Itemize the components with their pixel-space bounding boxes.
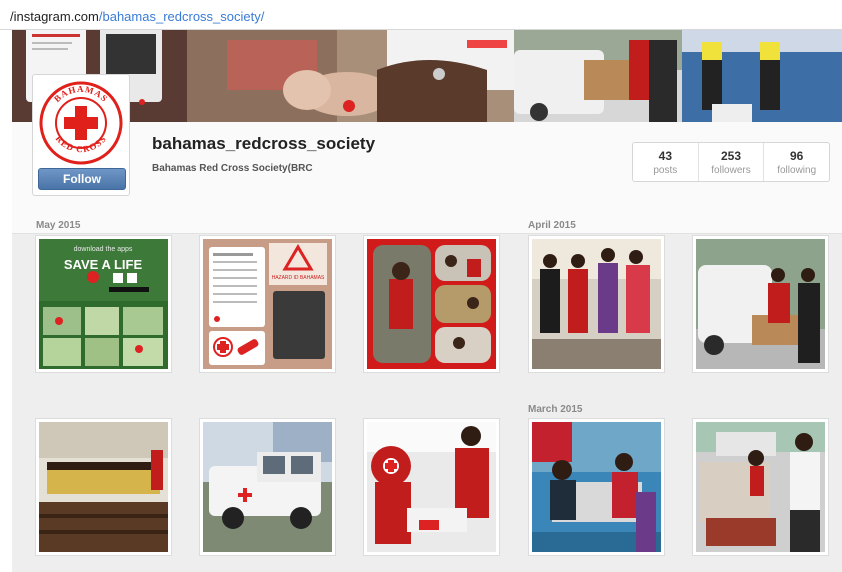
stat-posts-label: posts — [653, 165, 678, 176]
url-host: /instagram.com — [10, 9, 99, 24]
stat-following[interactable]: 96 following — [764, 143, 829, 181]
stat-posts-value: 43 — [658, 149, 673, 163]
profile-full-name: Bahamas Red Cross Society(BRC — [152, 163, 313, 174]
url-path: /bahamas_redcross_society/ — [98, 9, 265, 24]
post-thumbnail-choir[interactable] — [35, 418, 172, 556]
stat-followers-label: followers — [711, 165, 751, 176]
follow-button[interactable]: Follow — [38, 168, 126, 190]
post-thumbnail-collage[interactable] — [363, 235, 500, 373]
profile-username: bahamas_redcross_society — [152, 134, 376, 153]
profile-stats: 43 posts 253 followers 96 following — [632, 142, 830, 182]
cover-photo-van-delivery[interactable] — [514, 30, 682, 122]
stat-followers-value: 253 — [720, 149, 742, 163]
hazard-caption: HAZARD ID BAHAMAS — [272, 275, 325, 281]
instagram-profile-page: BAHAMAS RED CROSS Follow bahamas_redcros… — [12, 30, 842, 572]
stat-following-value: 96 — [790, 149, 804, 163]
stat-posts[interactable]: 43 posts — [633, 143, 699, 181]
red-cross-logo-avatar[interactable]: BAHAMAS RED CROSS — [37, 79, 125, 167]
avatar-card: BAHAMAS RED CROSS Follow — [32, 74, 130, 196]
post-thumbnail-app-screenshots[interactable]: HAZARD ID BAHAMAS — [199, 235, 336, 373]
cover-photo-cpr-training[interactable] — [187, 30, 514, 122]
post-thumbnail-red-cross-truck[interactable] — [199, 418, 336, 556]
post-thumbnail-first-aid-training[interactable] — [363, 418, 500, 556]
month-label-may: May 2015 — [36, 220, 81, 231]
post-thumbnail-van-delivery[interactable] — [692, 235, 829, 373]
post-thumbnail-outdoor-event[interactable] — [528, 418, 665, 556]
stat-followers[interactable]: 253 followers — [699, 143, 765, 181]
stat-following-label: following — [777, 165, 817, 176]
month-label-april: April 2015 — [528, 220, 576, 231]
month-label-march: March 2015 — [528, 404, 583, 415]
cover-photo-strip — [12, 30, 842, 122]
poster-caption: download the apps — [74, 246, 133, 253]
post-thumbnail-save-a-life[interactable]: download the apps SAVE A LIFE — [35, 235, 172, 373]
cover-photo-fifa-volunteers[interactable] — [682, 30, 842, 122]
browser-url-bar[interactable]: /instagram.com/bahamas_redcross_society/ — [0, 0, 842, 30]
post-thumbnail-group-photo[interactable] — [528, 235, 665, 373]
poster-headline: SAVE A LIFE — [64, 257, 143, 272]
post-thumbnail-relief-distribution[interactable] — [692, 418, 829, 556]
